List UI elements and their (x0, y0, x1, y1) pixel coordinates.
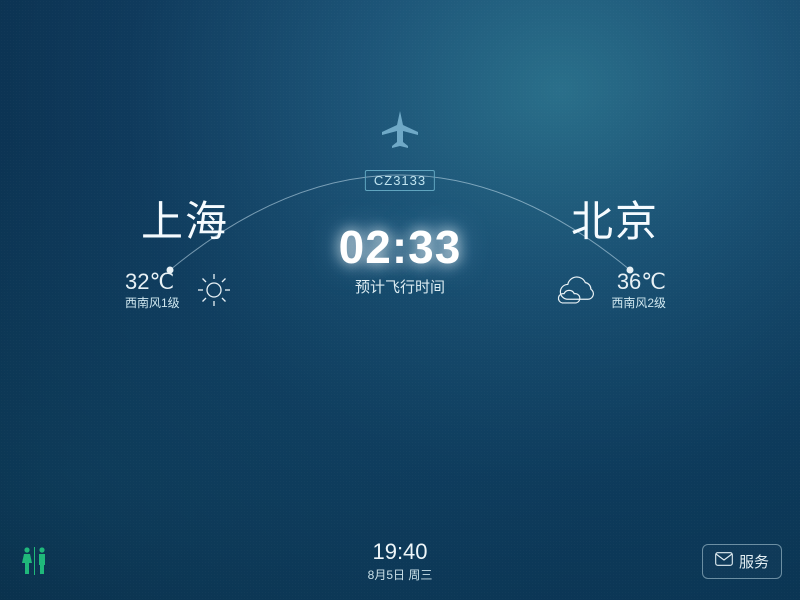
clock-block: 19:40 8月5日 周三 (368, 539, 433, 583)
origin-weather: 32℃ 西南风1级 (125, 270, 238, 310)
destination-wind: 西南风2级 (611, 297, 666, 310)
origin-temperature: 32℃ (125, 270, 180, 294)
mail-icon (715, 552, 733, 570)
flight-number-badge: CZ3133 (365, 170, 435, 191)
destination-weather: 36℃ 西南风2级 (553, 270, 666, 310)
cloud-icon (553, 270, 601, 310)
origin-block: 上海 (115, 188, 255, 249)
airplane-icon (378, 108, 422, 157)
current-time: 19:40 (368, 539, 433, 565)
service-label: 服务 (739, 551, 769, 572)
current-date: 8月5日 周三 (368, 566, 433, 583)
eta-time: 02:33 (339, 220, 462, 274)
destination-block: 北京 (545, 188, 685, 249)
sun-icon (190, 270, 238, 310)
origin-city: 上海 (115, 188, 255, 249)
destination-temperature: 36℃ (617, 270, 666, 294)
eta-block: 02:33 预计飞行时间 (339, 220, 462, 297)
destination-city: 北京 (545, 188, 685, 249)
eta-label: 预计飞行时间 (339, 276, 462, 297)
flight-info-panel: CZ3133 上海 北京 32℃ 西南风1级 (0, 120, 800, 380)
restroom-icon[interactable] (18, 544, 52, 578)
service-button[interactable]: 服务 (702, 544, 782, 579)
origin-wind: 西南风1级 (125, 297, 180, 310)
status-bar: 19:40 8月5日 周三 服务 (0, 536, 800, 586)
